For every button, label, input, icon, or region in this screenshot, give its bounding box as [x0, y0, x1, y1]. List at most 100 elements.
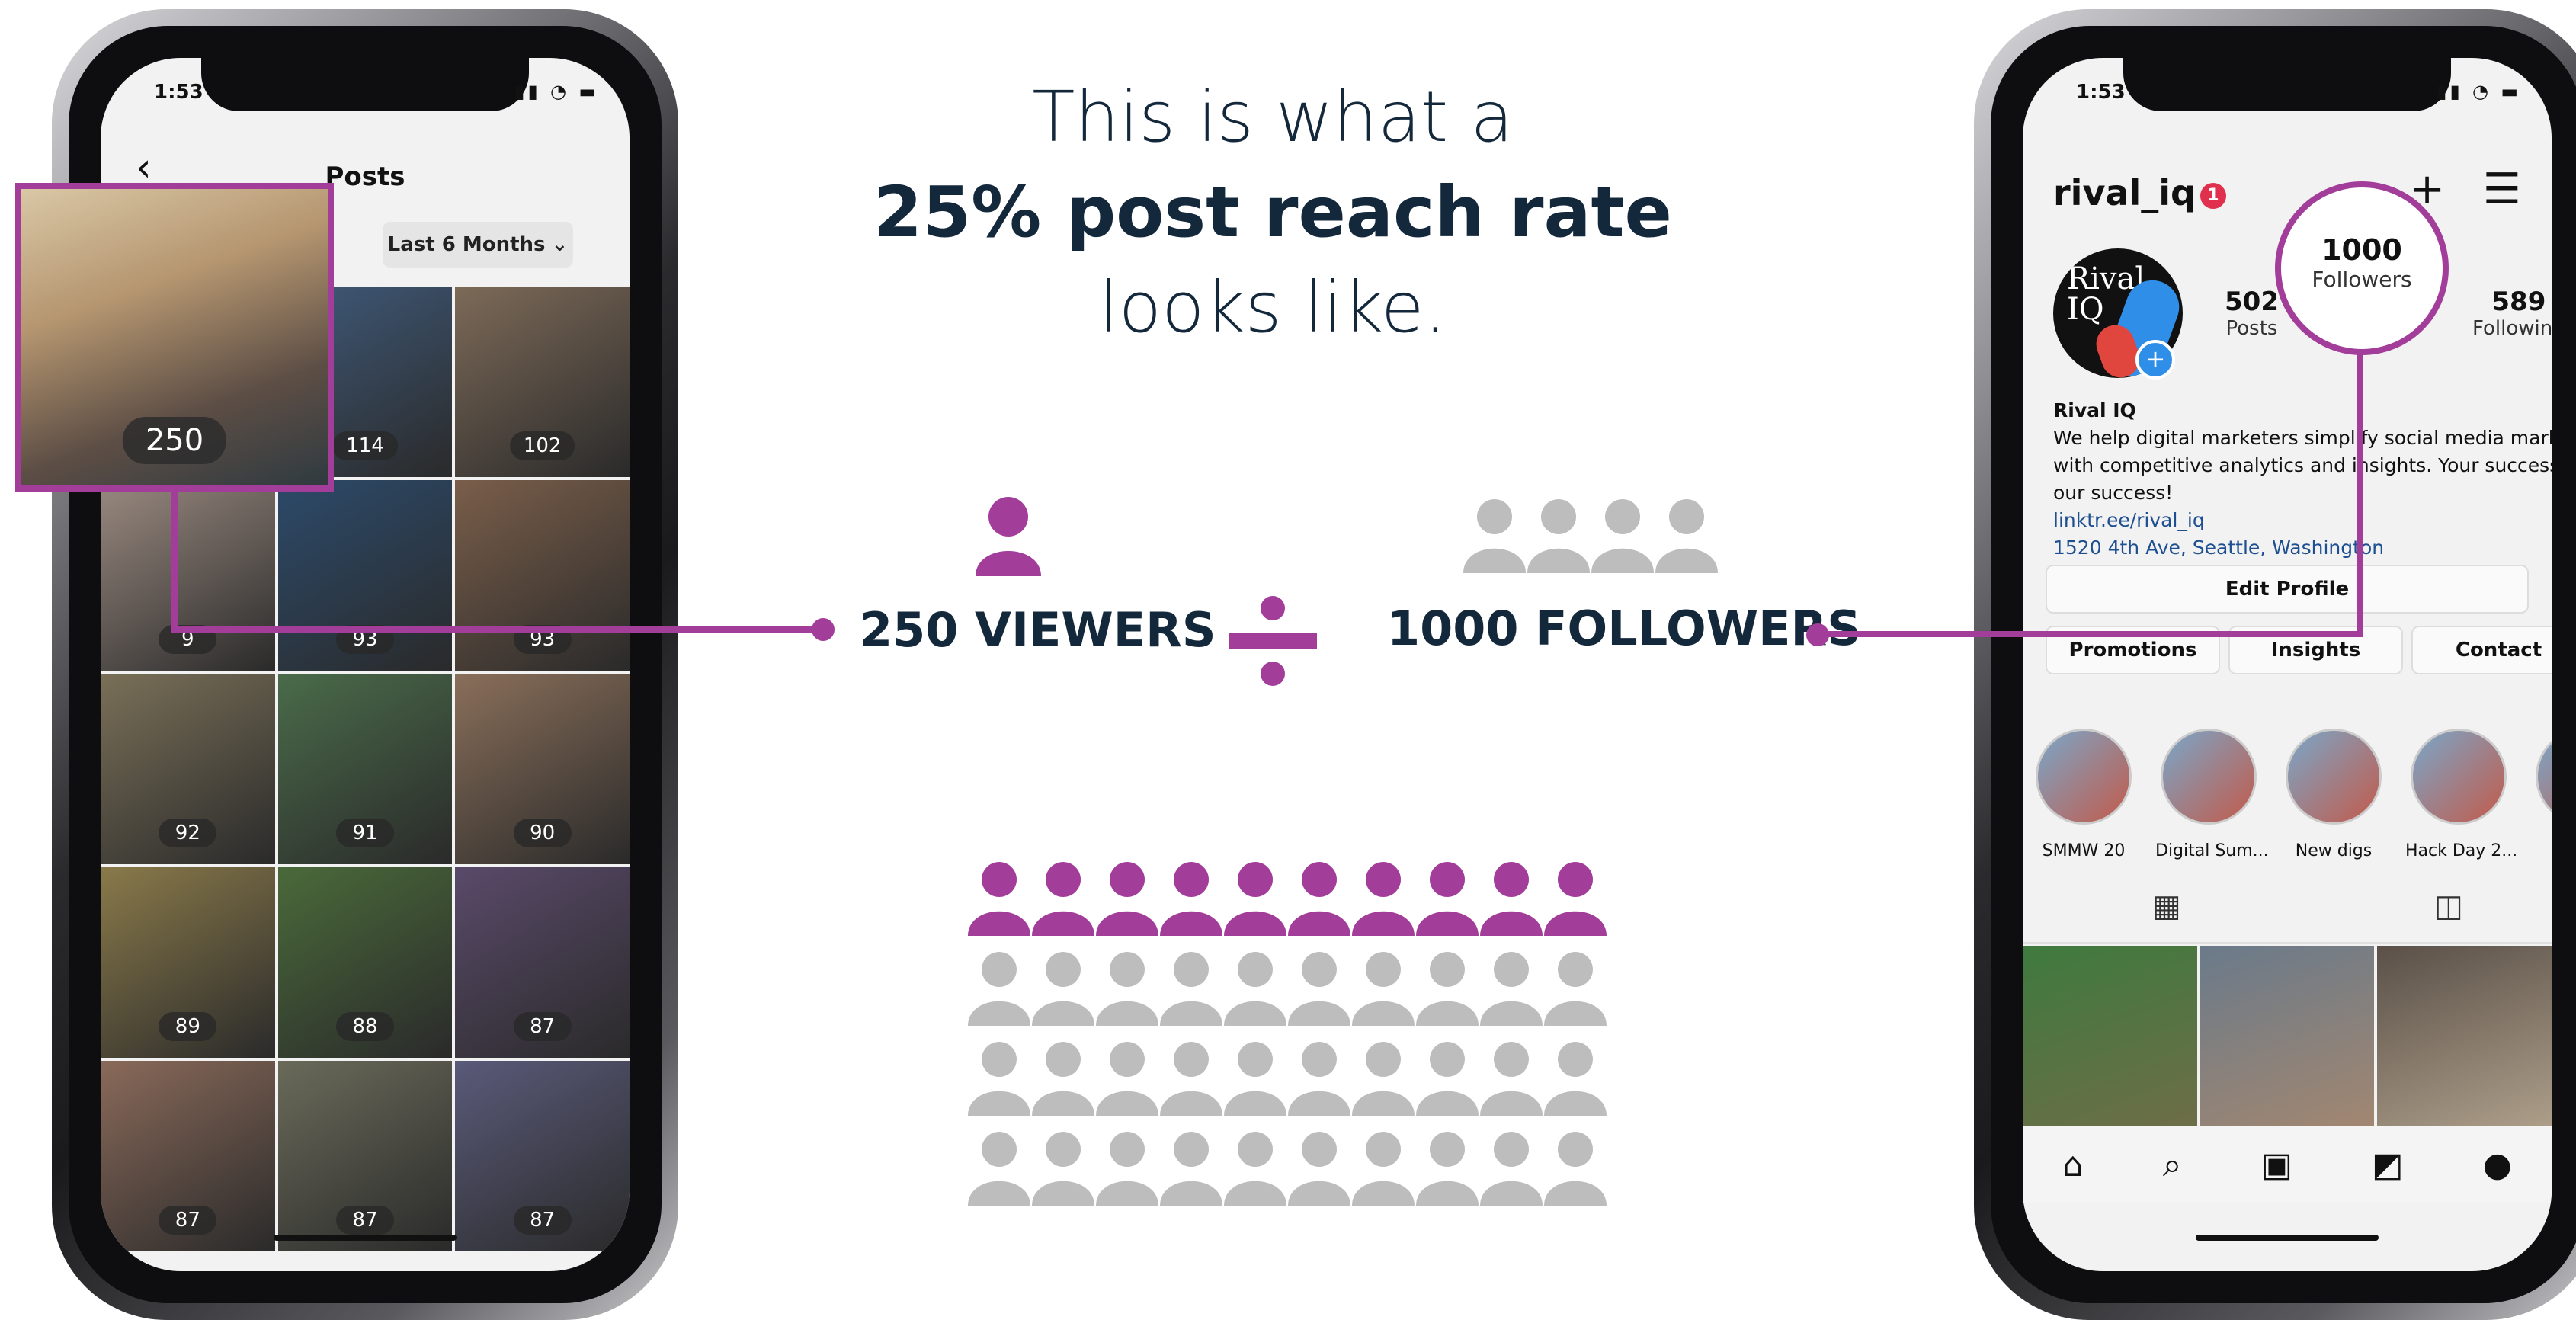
- followers-stat-highlight[interactable]: 1000 Followers: [2275, 181, 2449, 355]
- connector-horizontal-right: [1814, 631, 2363, 637]
- followers-label: 1000 FOLLOWERS: [1387, 601, 1861, 656]
- post-view-count: 92: [159, 819, 217, 847]
- story-highlight-thumb: [2036, 729, 2132, 825]
- post-tile[interactable]: 102: [455, 287, 630, 477]
- post-tile[interactable]: 93: [277, 480, 453, 671]
- grid-tab-icon[interactable]: ▦: [2152, 889, 2181, 924]
- bio-link[interactable]: linktr.ee/rival_iq: [2053, 507, 2552, 534]
- status-icons: ▮▮ ◔ ▬: [514, 81, 599, 102]
- people-grid: [968, 862, 1607, 1206]
- post-view-count: 114: [332, 431, 398, 460]
- unreached-person-icon: [1544, 952, 1607, 1026]
- unreached-person-icon: [1352, 952, 1415, 1026]
- connector-vertical-left: [171, 492, 178, 633]
- unreached-person-icon: [1288, 952, 1350, 1026]
- highlight-count-badge: 250: [122, 417, 227, 464]
- unreached-person-icon: [968, 1132, 1030, 1206]
- post-view-count: 90: [513, 819, 572, 847]
- post-view-count: 87: [335, 1206, 394, 1235]
- posts-stat[interactable]: 502 Posts: [2225, 287, 2279, 340]
- post-view-count: 88: [335, 1012, 394, 1041]
- unreached-person-icon: [1224, 1042, 1286, 1116]
- bottom-nav: ⌂ ⌕ ▣ ◩ ●: [2023, 1126, 2552, 1203]
- story-highlight-label: Hack Day 2...: [2405, 841, 2518, 860]
- post-view-count: 87: [513, 1012, 572, 1041]
- reached-person-icon: [1352, 862, 1415, 936]
- unreached-person-icon: [1288, 1132, 1350, 1206]
- story-highlight[interactable]: Climb: [2530, 729, 2552, 860]
- story-highlight[interactable]: Digital Sum...: [2155, 729, 2269, 860]
- contact-button[interactable]: Contact: [2411, 626, 2552, 674]
- reached-person-icon: [1288, 862, 1350, 936]
- home-indicator: [2196, 1235, 2379, 1241]
- story-highlight-thumb: [2161, 729, 2257, 825]
- post-tile[interactable]: 87: [455, 867, 630, 1058]
- post-tile[interactable]: 87: [277, 1061, 453, 1251]
- filter-label: Last 6 Months: [387, 233, 546, 256]
- status-time: 1:53: [154, 81, 203, 104]
- reached-person-icon: [1480, 862, 1543, 936]
- search-icon[interactable]: ⌕: [2163, 1145, 2182, 1184]
- bio-name: Rival IQ: [2053, 399, 2136, 421]
- unreached-person-icon: [1096, 1042, 1158, 1116]
- post-tile[interactable]: 92: [101, 674, 275, 864]
- post-tile[interactable]: 89: [101, 867, 275, 1058]
- unreached-person-icon: [1224, 952, 1286, 1026]
- followers-count: 1000: [2321, 233, 2402, 267]
- shop-icon[interactable]: ◩: [2372, 1145, 2404, 1184]
- right-phone-frame: 1:53 ▮▮ ◔ ▬ rival_iq 1 + ☰ Rival IQ + 502…: [1974, 9, 2576, 1320]
- story-highlight-thumb: [2536, 729, 2552, 825]
- post-tile[interactable]: 93: [455, 480, 630, 671]
- unreached-person-icon: [1544, 1132, 1607, 1206]
- highlighted-post[interactable]: 250: [15, 183, 334, 492]
- menu-icon[interactable]: ☰: [2483, 165, 2521, 214]
- post-view-count: 87: [159, 1206, 217, 1235]
- headline-line-2: 25% post reach rate: [873, 171, 1672, 253]
- status-time: 1:53: [2076, 81, 2126, 104]
- connector-vertical-right: [2357, 341, 2363, 637]
- profile-tabs: ▦ ◫: [2023, 881, 2552, 944]
- headline-line-3: looks like.: [1099, 267, 1447, 348]
- tagged-tab-icon[interactable]: ◫: [2434, 889, 2463, 924]
- story-highlight-label: Digital Sum...: [2155, 841, 2269, 860]
- connector-dot-right: [1806, 623, 1829, 646]
- story-highlight[interactable]: Hack Day 2...: [2405, 729, 2518, 860]
- add-story-icon[interactable]: +: [2135, 340, 2175, 380]
- post-tile[interactable]: 87: [101, 1061, 275, 1251]
- phone-notch: [201, 58, 529, 111]
- post-tile[interactable]: 9: [101, 480, 275, 671]
- unreached-person-icon: [1160, 1132, 1222, 1206]
- unreached-person-icon: [1096, 952, 1158, 1026]
- post-tile[interactable]: 91: [277, 674, 453, 864]
- headline-line-1: This is what a: [1032, 76, 1514, 158]
- unreached-person-icon: [1096, 1132, 1158, 1206]
- home-icon[interactable]: ⌂: [2062, 1145, 2084, 1184]
- unreached-person-icon: [1416, 952, 1479, 1026]
- date-range-filter[interactable]: Last 6 Months ⌄: [383, 222, 573, 268]
- post-tile[interactable]: 90: [455, 674, 630, 864]
- reached-person-icon: [1160, 862, 1222, 936]
- post-tile[interactable]: 87: [455, 1061, 630, 1251]
- bio-address[interactable]: 1520 4th Ave, Seattle, Washington: [2053, 534, 2552, 562]
- reached-person-icon: [1032, 862, 1094, 936]
- edit-profile-button[interactable]: Edit Profile: [2046, 565, 2529, 614]
- following-stat[interactable]: 589 Following: [2472, 287, 2552, 340]
- story-highlight[interactable]: SMMW 20: [2030, 729, 2137, 860]
- profile-icon[interactable]: ●: [2483, 1145, 2512, 1184]
- follower-person-icon: [1655, 499, 1718, 573]
- story-highlight-label: New digs: [2295, 841, 2373, 860]
- story-highlight-label: SMMW 20: [2042, 841, 2126, 860]
- post-view-count: 89: [159, 1012, 217, 1041]
- follower-person-icon: [1591, 499, 1654, 573]
- status-icons: ▮▮ ◔ ▬: [2437, 81, 2521, 102]
- viewers-label: 250 VIEWERS: [860, 602, 1216, 658]
- story-highlight[interactable]: New digs: [2280, 729, 2387, 860]
- post-tile[interactable]: 88: [277, 867, 453, 1058]
- unreached-person-icon: [1352, 1132, 1415, 1206]
- profile-username[interactable]: rival_iq 1: [2053, 172, 2226, 213]
- reels-icon[interactable]: ▣: [2261, 1145, 2293, 1184]
- following-label: Following: [2472, 317, 2552, 340]
- unreached-person-icon: [1032, 952, 1094, 1026]
- reached-person-icon: [1224, 862, 1286, 936]
- reached-person-icon: [1096, 862, 1158, 936]
